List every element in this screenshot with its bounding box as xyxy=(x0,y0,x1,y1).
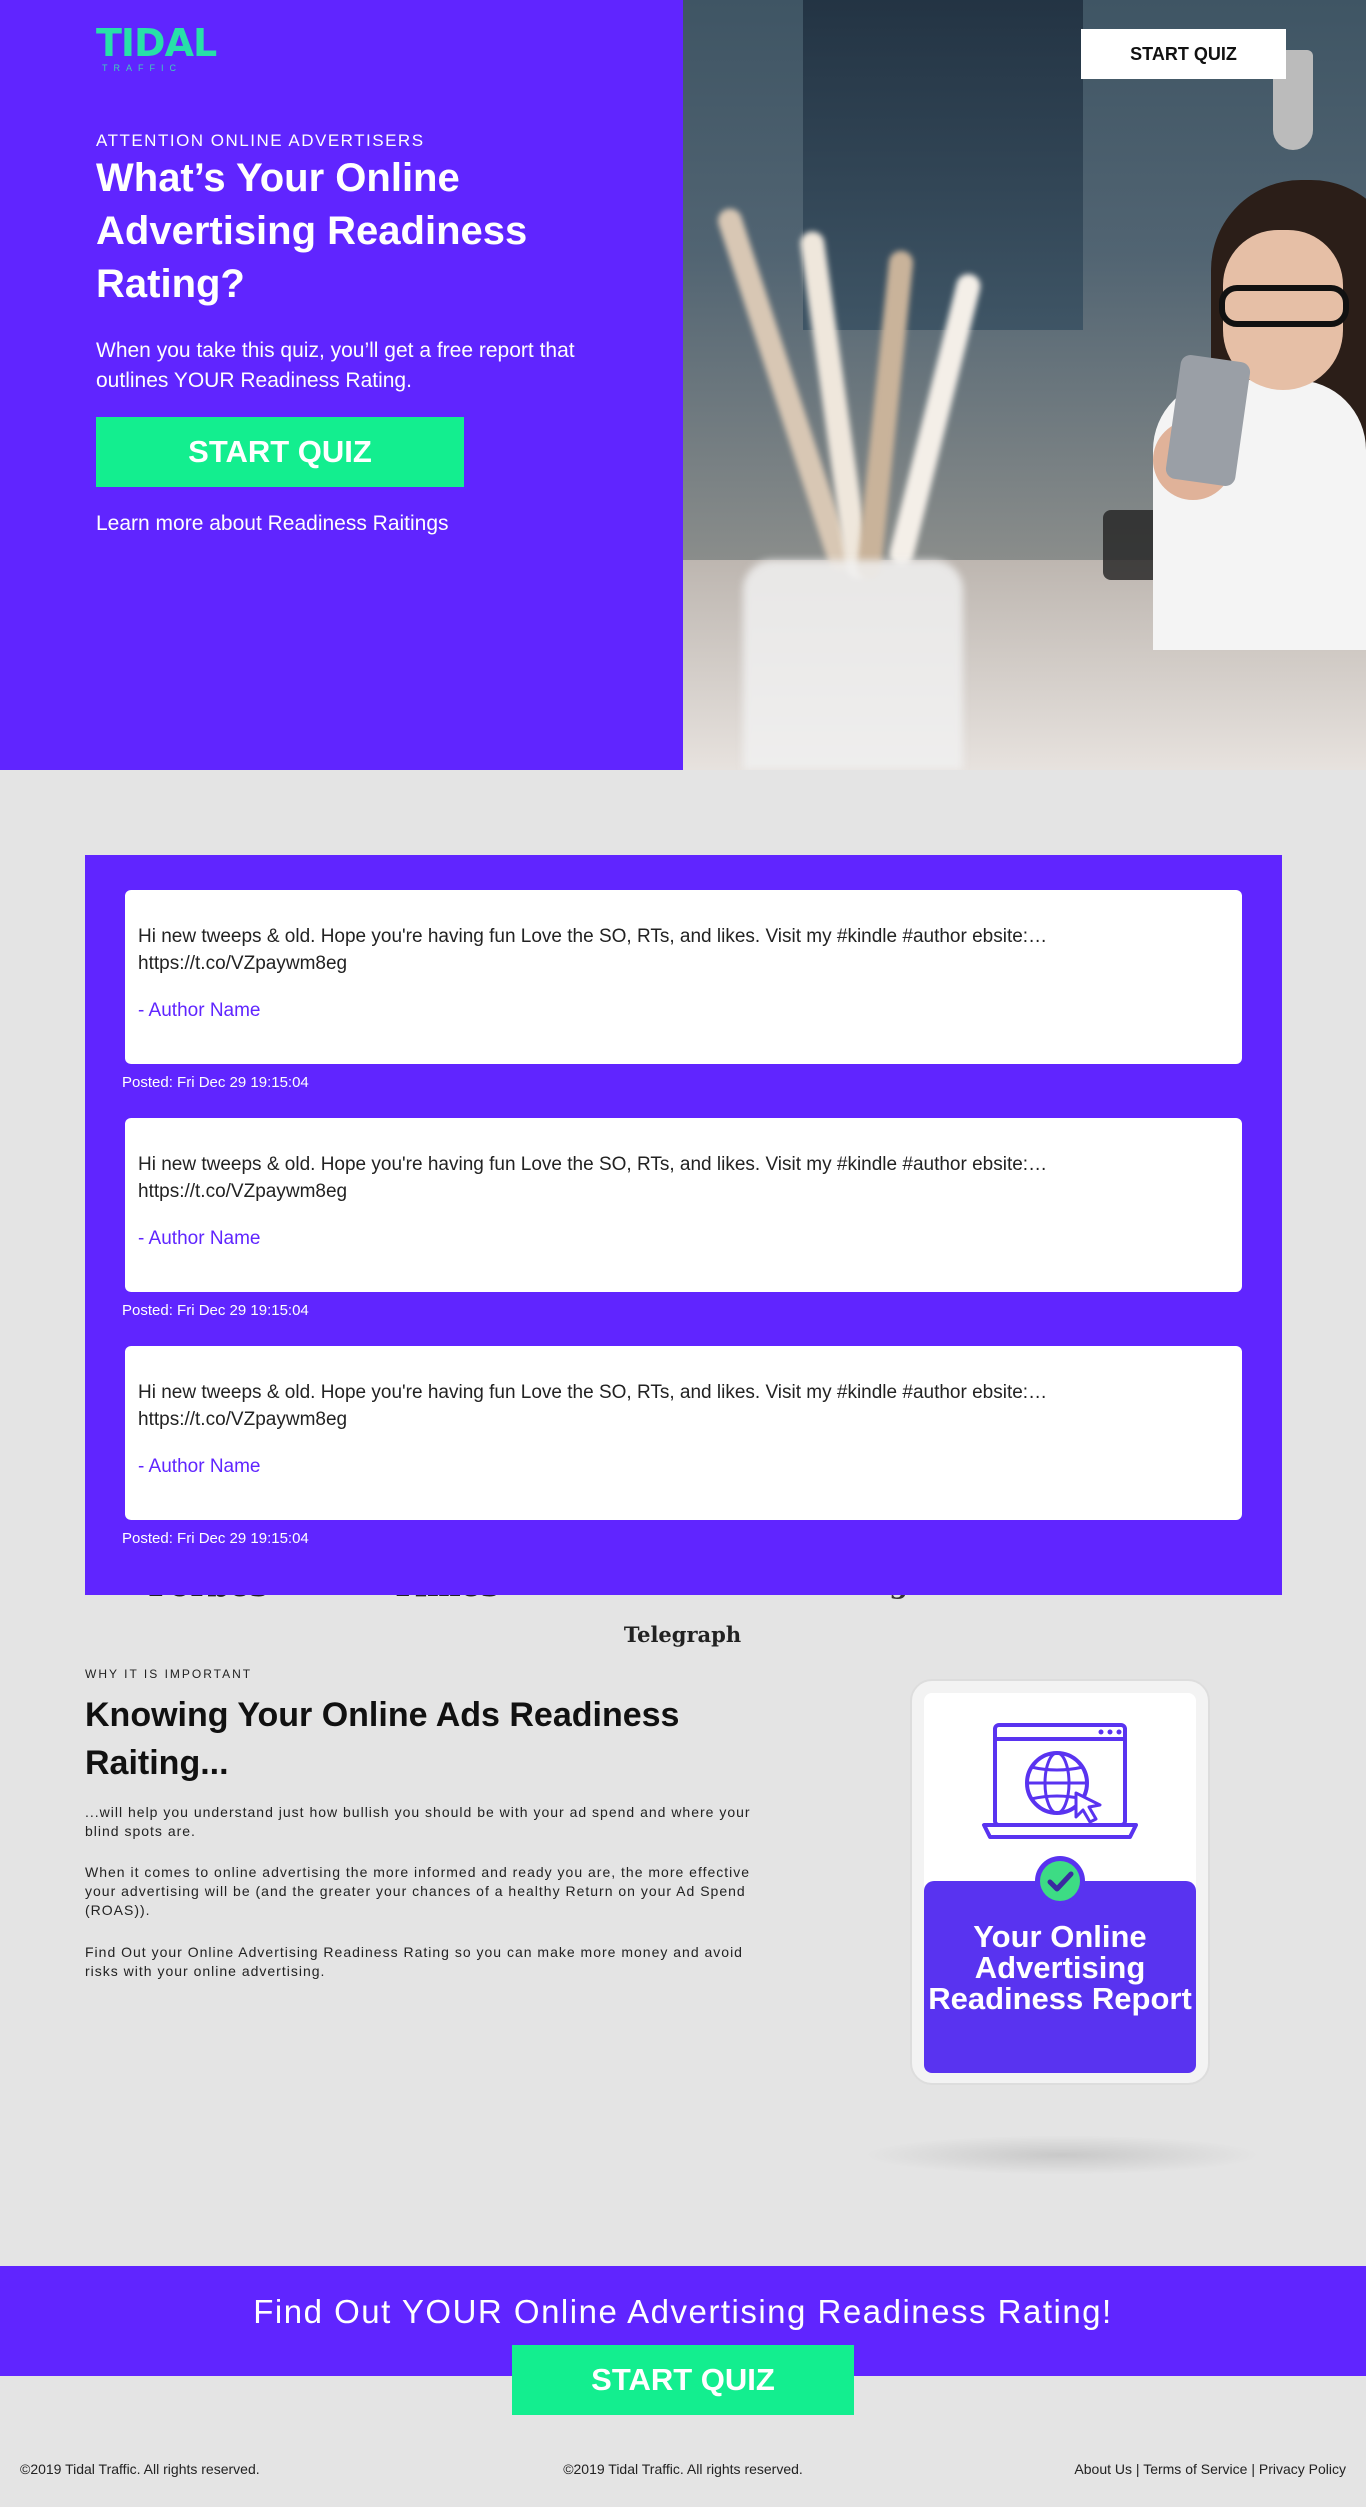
testimonial-author: - Author Name xyxy=(138,1228,261,1249)
testimonial-text: Hi new tweeps & old. Hope you're having … xyxy=(138,1382,1048,1430)
testimonial-date: Posted: Fri Dec 29 19:15:04 xyxy=(122,1074,309,1091)
hero-panel: TIDAL TRAFFIC ATTENTION ONLINE ADVERTISE… xyxy=(0,0,683,770)
testimonial-date: Posted: Fri Dec 29 19:15:04 xyxy=(122,1530,309,1547)
why-paragraph: Find Out your Online Advertising Readine… xyxy=(85,1944,743,1979)
report-shadow xyxy=(862,2135,1262,2175)
footer-separator: | xyxy=(1135,2461,1140,2477)
learn-more-link[interactable]: Learn more about Readiness Raitings xyxy=(96,512,449,536)
why-paragraph: When it comes to online advertising the … xyxy=(85,1864,751,1918)
why-title: Knowing Your Online Ads Readiness Raitin… xyxy=(85,1696,680,1782)
why-paragraph: ...will help you understand just how bul… xyxy=(85,1804,751,1839)
photo-glasses xyxy=(1219,285,1349,327)
hero-photo xyxy=(683,0,1366,770)
testimonial-date: Posted: Fri Dec 29 19:15:04 xyxy=(122,1302,309,1319)
hero-section: TIDAL TRAFFIC ATTENTION ONLINE ADVERTISE… xyxy=(0,0,1366,770)
photo-window xyxy=(803,0,1083,330)
report-card: Your Online Advertising Readiness Report xyxy=(910,1679,1210,2085)
testimonial-text: Hi new tweeps & old. Hope you're having … xyxy=(138,1154,1048,1202)
footer-separator: | xyxy=(1251,2461,1255,2477)
press-logos: Forbes Times The Telegraph theguardian U… xyxy=(0,770,1366,1647)
checkmark-icon xyxy=(1035,1856,1085,1906)
hero-eyebrow: ATTENTION ONLINE ADVERTISERS xyxy=(96,131,425,150)
testimonial-card: Hi new tweeps & old. Hope you're having … xyxy=(125,1118,1242,1292)
why-eyebrow: WHY IT IS IMPORTANT xyxy=(85,1667,253,1681)
hero-subtitle: When you take this quiz, you’ll get a fr… xyxy=(96,339,575,392)
testimonial-text: Hi new tweeps & old. Hope you're having … xyxy=(138,926,1048,974)
photo-jar xyxy=(743,560,963,770)
report-title: Your Online Advertising Readiness Report xyxy=(928,1919,1192,2016)
bottom-cta-text: Find Out YOUR Online Advertising Readine… xyxy=(253,2293,1113,2330)
testimonial-card: Hi new tweeps & old. Hope you're having … xyxy=(125,1346,1242,1520)
header-start-quiz-button[interactable]: START QUIZ xyxy=(1081,29,1286,79)
testimonial-author: - Author Name xyxy=(138,1456,261,1477)
footer-link-privacy[interactable]: Privacy Policy xyxy=(1259,2461,1346,2477)
bottom-start-quiz-button[interactable]: START QUIZ xyxy=(512,2345,854,2415)
hero-title: What’s Your Online Advertising Readiness… xyxy=(96,156,528,306)
testimonial-card: Hi new tweeps & old. Hope you're having … xyxy=(125,890,1242,1064)
testimonials-section: Hi new tweeps & old. Hope you're having … xyxy=(85,855,1282,1595)
brand-logo[interactable]: TIDAL TRAFFIC xyxy=(96,21,217,73)
hero-start-quiz-button[interactable]: START QUIZ xyxy=(96,417,464,487)
footer-link-about[interactable]: About Us xyxy=(1074,2461,1132,2477)
logo-wordmark: TIDAL xyxy=(96,21,217,65)
footer-links: About Us | Terms of Service | Privacy Po… xyxy=(1074,2461,1346,2477)
testimonial-author: - Author Name xyxy=(138,1000,261,1021)
footer-link-terms[interactable]: Terms of Service xyxy=(1143,2461,1247,2477)
